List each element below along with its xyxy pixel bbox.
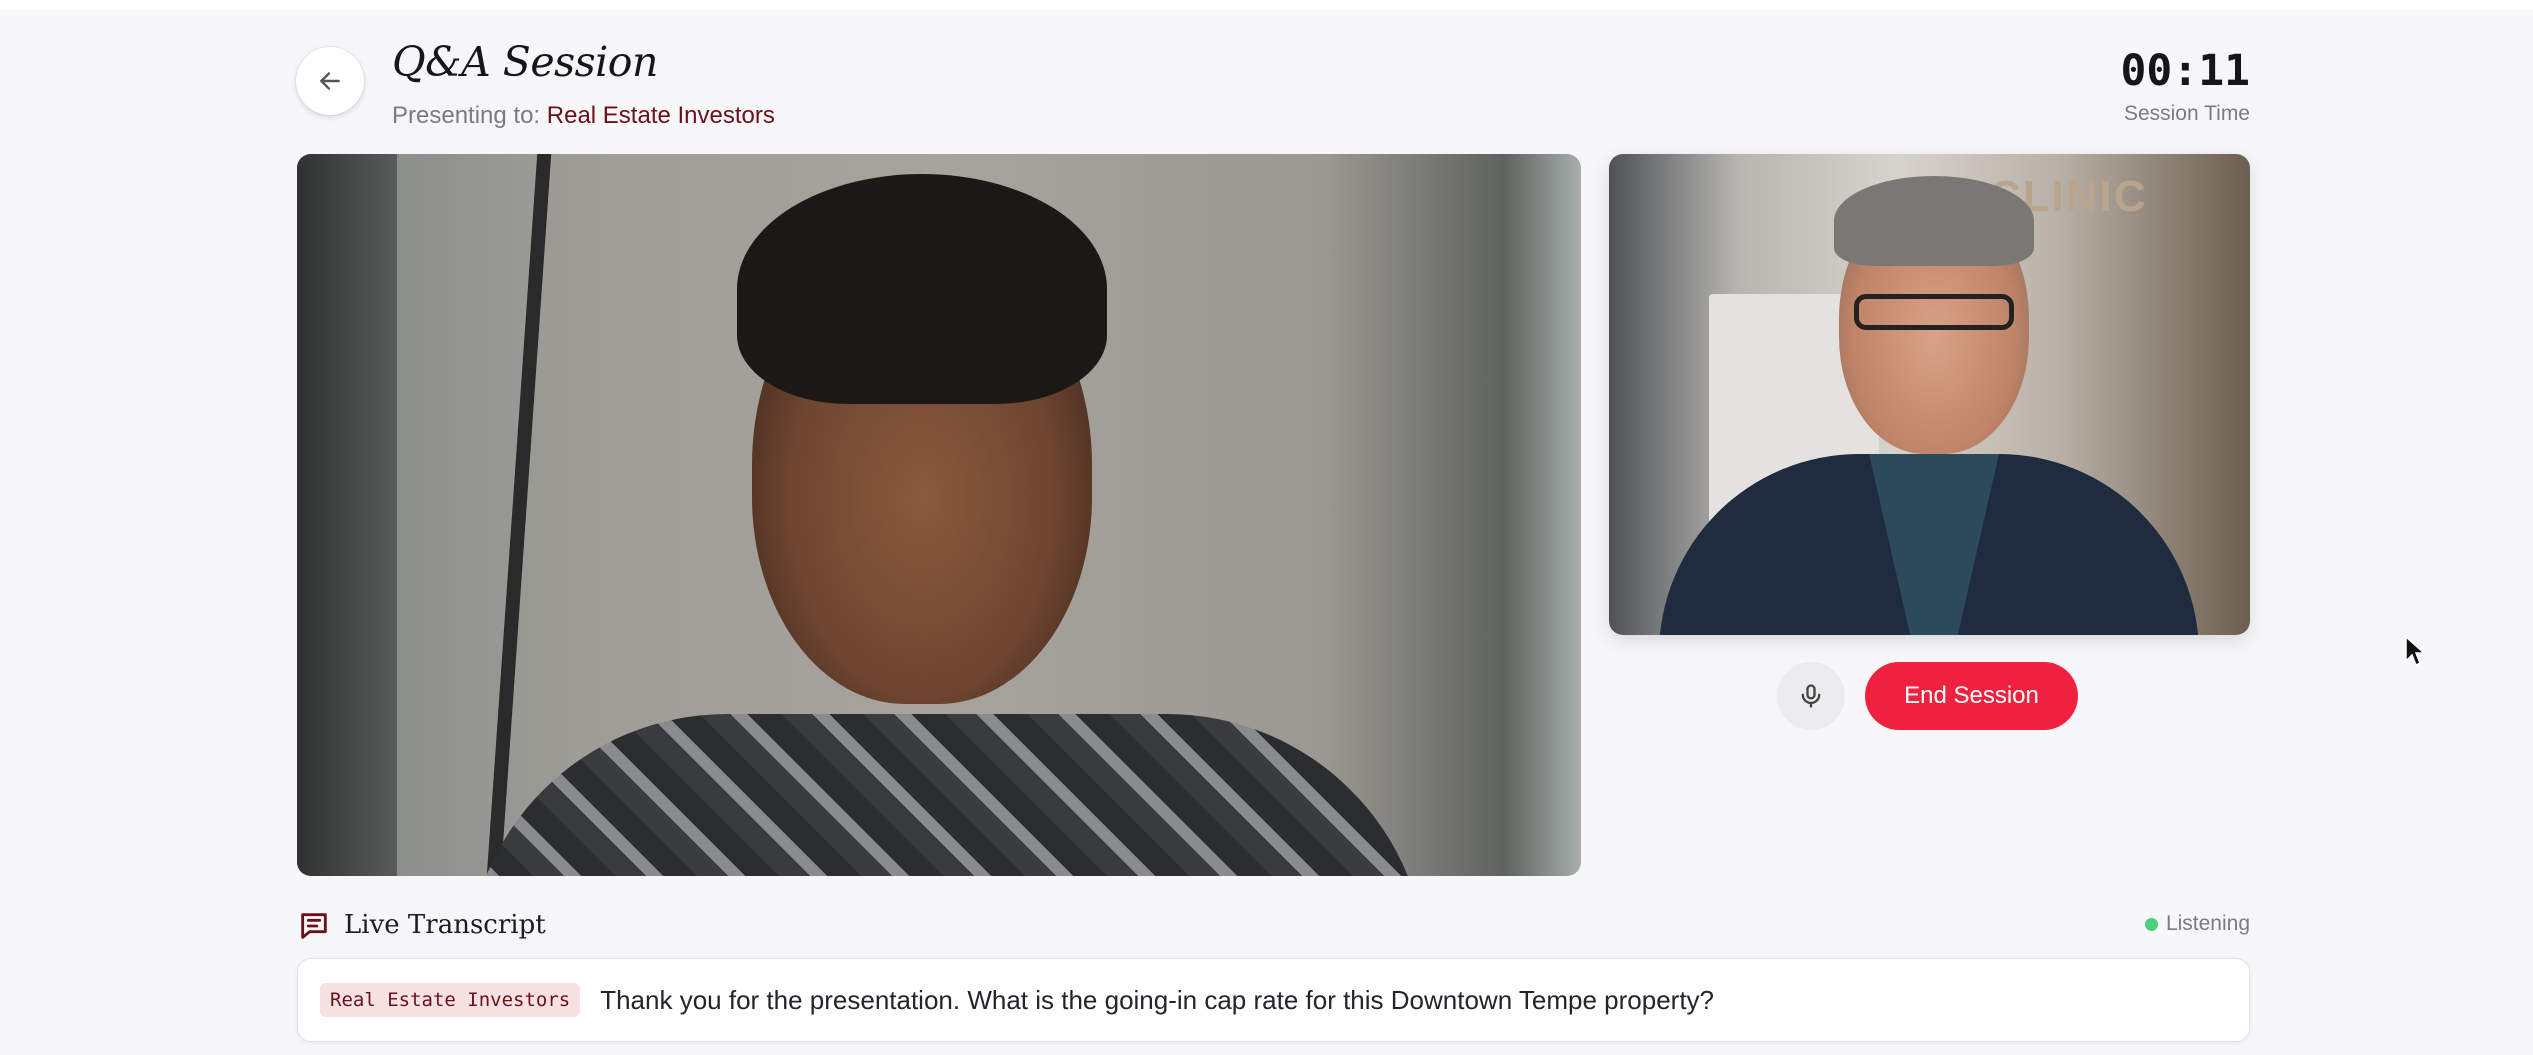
back-button[interactable] [296, 47, 364, 115]
presenting-to: Presenting to: Real Estate Investors [392, 102, 775, 130]
end-session-button[interactable]: End Session [1865, 662, 2078, 730]
listening-label: Listening [2165, 912, 2250, 935]
chat-lines-icon [297, 909, 331, 948]
audience-hair [1834, 176, 2034, 266]
page-title: Q&A Session [392, 38, 658, 86]
speaker-badge: Real Estate Investors [320, 983, 581, 1017]
session-timer-label: Session Time [2123, 102, 2250, 125]
listening-dot [2144, 917, 2158, 931]
session-timer: 00:11 [2120, 46, 2250, 96]
presenter-hair [737, 174, 1107, 404]
arrow-left-icon [320, 72, 340, 90]
listening-status: Listening [2144, 912, 2250, 936]
transcript-entry: Real Estate Investors Thank you for the … [297, 958, 2250, 1042]
transcript-title: Live Transcript [344, 910, 546, 940]
audience-video-feed: CLINIC [1609, 154, 2250, 635]
audience-name: Real Estate Investors [546, 102, 775, 129]
user-video-feed [297, 154, 1581, 876]
transcript-text: Thank you for the presentation. What is … [600, 984, 1715, 1015]
video-background-wall [297, 154, 397, 876]
top-strip [0, 0, 2533, 10]
mouse-pointer-icon [2404, 635, 2426, 672]
presenter-shirt [467, 714, 1427, 876]
audience-glasses [1854, 294, 2014, 330]
microphone-icon [1801, 684, 1821, 708]
video-background-pole [486, 154, 552, 876]
presenting-label: Presenting to: [392, 102, 541, 129]
mic-button[interactable] [1777, 662, 1845, 730]
